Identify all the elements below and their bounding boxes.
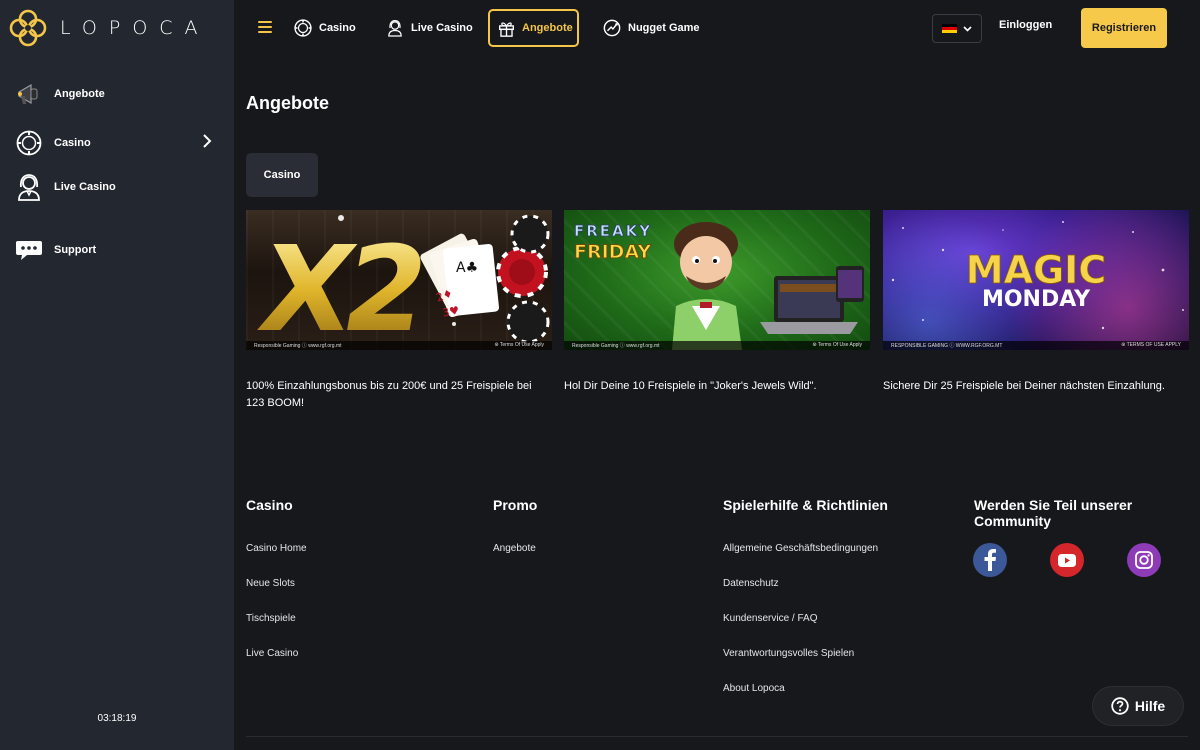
promo-fine-print: RESPONSIBLE GAMING ⓘ WWW.RGF.ORG.MT ⊛ TER… xyxy=(883,341,1189,350)
svg-text:FRIDAY: FRIDAY xyxy=(574,241,651,263)
freaky-friday-graphic: FREAKY FRIDAY xyxy=(574,222,864,350)
footer-column-promo: Promo Angebote xyxy=(493,497,537,578)
footer-link-tischspiele[interactable]: Tischspiele xyxy=(246,613,307,624)
sidebar-item-label: Support xyxy=(54,244,97,256)
svg-text:MONDAY: MONDAY xyxy=(982,287,1091,312)
tab-casino[interactable]: Casino xyxy=(246,153,318,197)
top-bar: Casino Live Casino Angebote Nugget Game … xyxy=(234,0,1200,56)
help-label: Hilfe xyxy=(1134,698,1166,714)
footer-link-agb[interactable]: Allgemeine Geschäftsbedingungen xyxy=(723,543,888,554)
nav-label: Casino xyxy=(319,22,356,34)
footer-link-angebote[interactable]: Angebote xyxy=(493,543,537,554)
terms-note: ⊛ Terms Of Use Apply xyxy=(812,342,862,348)
chevron-down-icon xyxy=(963,25,972,32)
chat-icon xyxy=(14,235,44,265)
footer-link-casino-home[interactable]: Casino Home xyxy=(246,543,307,554)
svg-text:3♥: 3♥ xyxy=(441,304,460,320)
brand-name: LOPOCA xyxy=(60,17,210,39)
responsible-gaming-note: Responsible Gaming ⓘ www.rgf.org.mt xyxy=(254,343,342,349)
logo[interactable]: LOPOCA xyxy=(8,8,210,48)
sidebar-item-casino[interactable]: Casino xyxy=(14,125,220,161)
login-button[interactable]: Einloggen xyxy=(999,19,1052,31)
sidebar-item-label: Live Casino xyxy=(54,181,116,193)
footer-link-verantwortung[interactable]: Verantwortungsvolles Spielen xyxy=(723,648,888,659)
sidebar-item-angebote[interactable]: Angebote xyxy=(14,76,220,112)
promo-banner[interactable]: FREAKY FRIDAY Responsible Gaming ⓘ www.r… xyxy=(564,210,870,350)
promo-fine-print: Responsible Gaming ⓘ www.rgf.org.mt ⊛ Ter… xyxy=(246,341,552,350)
svg-text:A♣: A♣ xyxy=(456,260,478,276)
terms-note: ⊛ TERMS OF USE APPLY xyxy=(1121,342,1181,348)
nav-label: Angebote xyxy=(522,22,573,34)
svg-text:X2: X2 xyxy=(250,222,431,350)
sidebar-item-live-casino[interactable]: Live Casino xyxy=(14,169,220,205)
facebook-icon[interactable] xyxy=(973,543,1007,577)
footer-link-datenschutz[interactable]: Datenschutz xyxy=(723,578,888,589)
magic-monday-graphic: MAGIC MONDAY xyxy=(891,221,1184,330)
megaphone-icon xyxy=(14,79,44,109)
responsible-gaming-note: Responsible Gaming ⓘ www.rgf.org.mt xyxy=(572,343,660,349)
promo-description: 100% Einzahlungsbonus bis zu 200€ und 25… xyxy=(246,380,532,409)
nav-label: Nugget Game xyxy=(628,22,700,34)
flag-de-icon xyxy=(942,23,957,34)
footer-heading: Spielerhilfe & Richtlinien xyxy=(723,497,888,513)
instagram-icon[interactable] xyxy=(1127,543,1161,577)
footer-heading: Casino xyxy=(246,497,293,513)
footer-link-about[interactable]: About Lopoca xyxy=(723,683,888,694)
footer-link-kundenservice[interactable]: Kundenservice / FAQ xyxy=(723,613,888,624)
footer-column-help: Spielerhilfe & Richtlinien Allgemeine Ge… xyxy=(723,497,888,718)
footer-divider xyxy=(246,736,1188,737)
promo-card[interactable]: MAGIC MONDAY RESPONSIBLE GAMING ⓘ WWW.RG… xyxy=(883,210,1189,395)
sidebar: LOPOCA Angebote Casino Live Casino Suppo… xyxy=(0,0,234,750)
question-icon xyxy=(1111,697,1129,715)
chip-icon xyxy=(294,19,312,37)
register-button[interactable]: Registrieren xyxy=(1081,8,1167,48)
footer-link-live-casino[interactable]: Live Casino xyxy=(246,648,307,659)
promo-card[interactable]: X2 A♣ 2♦ 3♥ Responsible Gaming ⓘ www.rgf… xyxy=(246,210,552,412)
youtube-icon[interactable] xyxy=(1050,543,1084,577)
language-selector[interactable] xyxy=(932,14,982,43)
page-title: Angebote xyxy=(246,93,329,113)
sidebar-item-label: Casino xyxy=(54,137,91,149)
footer-column-community: Werden Sie Teil unserer Community xyxy=(974,497,1200,559)
logo-icon xyxy=(9,9,47,47)
menu-icon[interactable] xyxy=(258,21,272,33)
sidebar-item-label: Angebote xyxy=(54,88,105,100)
footer-column-casino: Casino Casino Home Neue Slots Tischspiel… xyxy=(246,497,307,683)
svg-text:FREAKY: FREAKY xyxy=(574,222,652,240)
nugget-icon xyxy=(603,19,621,37)
nav-casino[interactable]: Casino xyxy=(286,9,364,47)
responsible-gaming-note: RESPONSIBLE GAMING ⓘ WWW.RGF.ORG.MT xyxy=(891,343,1003,349)
dealer-icon xyxy=(386,19,404,37)
footer-heading: Promo xyxy=(493,497,538,513)
promo-banner[interactable]: X2 A♣ 2♦ 3♥ Responsible Gaming ⓘ www.rgf… xyxy=(246,210,552,350)
promo-description: Hol Dir Deine 10 Freispiele in "Joker's … xyxy=(564,380,817,392)
promo-card[interactable]: FREAKY FRIDAY Responsible Gaming ⓘ www.r… xyxy=(564,210,870,395)
sidebar-item-support[interactable]: Support xyxy=(14,232,220,268)
gift-icon xyxy=(498,19,515,37)
chevron-right-icon xyxy=(203,134,212,148)
x2-graphic: X2 A♣ 2♦ 3♥ xyxy=(250,214,550,350)
nav-live-casino[interactable]: Live Casino xyxy=(378,9,481,47)
terms-note: ⊛ Terms Of Use Apply xyxy=(494,342,544,348)
nav-nugget-game[interactable]: Nugget Game xyxy=(595,9,708,47)
footer-heading: Werden Sie Teil unserer Community xyxy=(974,497,1133,529)
help-button[interactable]: Hilfe xyxy=(1093,687,1183,725)
dealer-icon xyxy=(14,172,44,202)
nav-angebote[interactable]: Angebote xyxy=(488,9,579,47)
footer-link-neue-slots[interactable]: Neue Slots xyxy=(246,578,307,589)
session-clock: 03:18:19 xyxy=(97,713,137,724)
svg-text:MAGIC: MAGIC xyxy=(966,248,1106,292)
chip-icon xyxy=(14,128,44,158)
promo-banner[interactable]: MAGIC MONDAY RESPONSIBLE GAMING ⓘ WWW.RG… xyxy=(883,210,1189,350)
promo-fine-print: Responsible Gaming ⓘ www.rgf.org.mt ⊛ Ter… xyxy=(564,341,870,350)
nav-label: Live Casino xyxy=(411,22,473,34)
promo-description: Sichere Dir 25 Freispiele bei Deiner näc… xyxy=(883,380,1165,392)
